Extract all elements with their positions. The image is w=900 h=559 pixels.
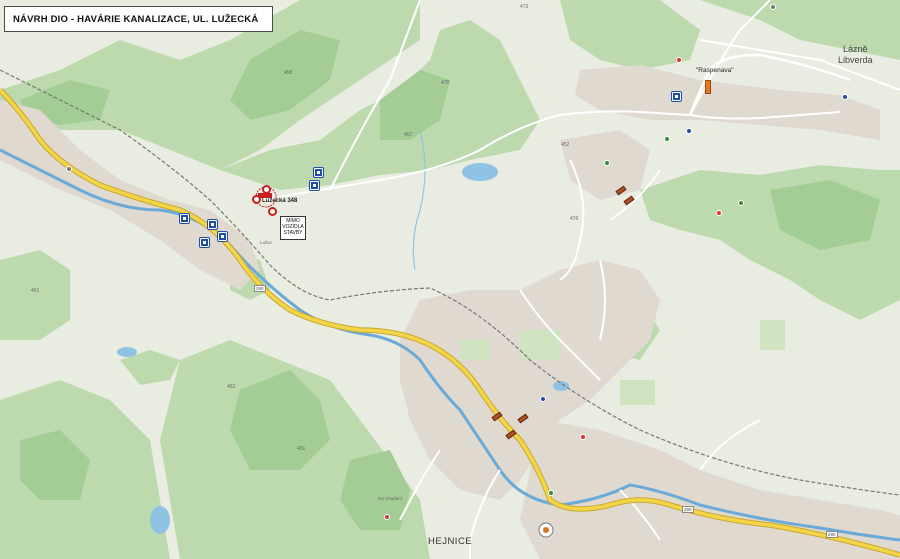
note-box-text: MIMO VOZIDLA STAVBY: [282, 218, 304, 236]
place-lazne-libverda-text: Lázně Libverda: [838, 44, 873, 65]
roadwork-marker-icon[interactable]: [705, 80, 711, 94]
closure-sign-icon[interactable]: [268, 207, 277, 216]
elevation-label: 451: [297, 446, 306, 452]
traffic-sign-icon[interactable]: [207, 219, 218, 230]
traffic-sign-icon[interactable]: [217, 231, 228, 242]
elevation-label: 476: [441, 80, 450, 86]
poi-icon: [842, 94, 848, 100]
traffic-sign-icon[interactable]: [671, 91, 682, 102]
closure-sign-icon[interactable]: [262, 185, 271, 194]
note-box: MIMO VOZIDLA STAVBY: [280, 216, 306, 240]
place-luzec: Lužec: [260, 240, 273, 245]
address-label: Lužecká 348: [262, 198, 298, 204]
elevation-label: 473: [520, 4, 529, 10]
place-hejnice: HEJNICE: [428, 536, 473, 547]
elevation-label: 461: [31, 288, 40, 294]
poi-icon: [548, 490, 554, 496]
road-number-290-a: 290: [254, 285, 266, 292]
place-lazne-libverda: Lázně Libverda: [838, 44, 873, 66]
map-canvas[interactable]: [0, 0, 900, 559]
elevation-label: 476: [570, 216, 579, 222]
church-marker: [538, 522, 554, 538]
poi-icon: [738, 200, 744, 206]
elevation-label: 458: [284, 70, 293, 76]
poi-icon: [604, 160, 610, 166]
poi-icon: [664, 136, 670, 142]
pond-north: [462, 163, 498, 181]
road-number-290-c: 290: [826, 531, 838, 538]
traffic-sign-icon[interactable]: [309, 180, 320, 191]
elevation-label: 462: [227, 384, 236, 390]
poi-icon: [716, 210, 722, 216]
place-na-chadani: Na Chadaní: [378, 496, 403, 501]
poi-icon: [66, 166, 72, 172]
traffic-sign-icon[interactable]: [199, 237, 210, 248]
poi-icon: [540, 396, 546, 402]
poi-icon: [686, 128, 692, 134]
traffic-sign-icon[interactable]: [179, 213, 190, 224]
closure-sign-icon[interactable]: [252, 195, 261, 204]
elevation-label: 452: [561, 142, 570, 148]
pond-west: [117, 347, 137, 357]
poi-icon: [580, 434, 586, 440]
poi-icon: [384, 514, 390, 520]
traffic-sign-icon[interactable]: [313, 167, 324, 178]
elevation-label: 467: [404, 132, 413, 138]
place-raspenava: "Raspenava": [696, 67, 734, 74]
pond-town: [553, 381, 569, 391]
poi-icon: [676, 57, 682, 63]
road-number-290-b: 290: [682, 506, 694, 513]
pond-southwest: [150, 506, 170, 534]
map-title: NÁVRH DIO - HAVÁRIE KANALIZACE, UL. LUŽE…: [4, 6, 273, 32]
poi-icon: [770, 4, 776, 10]
